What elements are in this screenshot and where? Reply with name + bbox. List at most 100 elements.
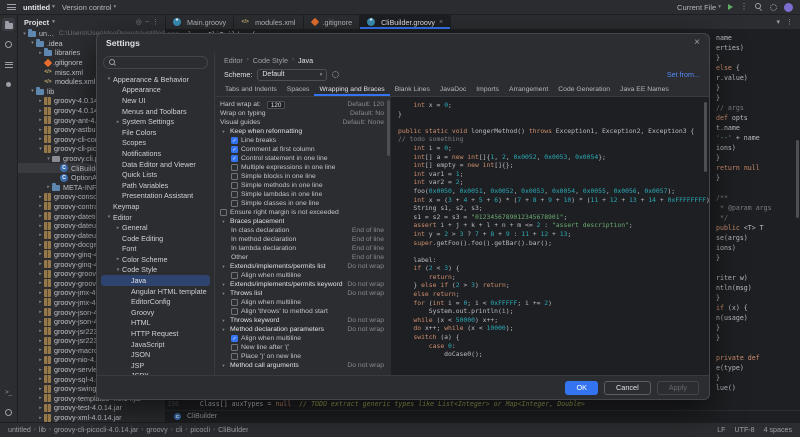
settings-tree-item[interactable]: Groovy [101, 307, 210, 318]
checkbox[interactable] [231, 344, 238, 351]
project-tree-item[interactable]: ▸groovy-test-4.0.14.jar [18, 403, 165, 413]
chevron-down-icon[interactable]: ▾ [220, 327, 227, 333]
option-row[interactable]: ▾Extends/implements/permits keywordDo no… [215, 280, 391, 289]
chevron-down-icon[interactable]: ▾ [29, 40, 36, 46]
chevron-down-icon[interactable]: ▾ [29, 88, 36, 94]
option-row[interactable]: ▾Keep when reformatting [215, 127, 391, 136]
chevron-down-icon[interactable]: ▾ [21, 31, 28, 37]
editor-tab[interactable]: </>modules.xml [234, 15, 303, 29]
close-tab-icon[interactable]: × [439, 19, 443, 26]
option-value-dropdown[interactable]: Do not wrap [347, 263, 384, 270]
chevron-right-icon[interactable]: ▸ [37, 280, 44, 286]
option-row[interactable]: Simple methods in one line [215, 181, 391, 190]
settings-tree-item[interactable]: HTML [101, 318, 210, 329]
option-row[interactable]: OtherEnd of line [215, 253, 391, 262]
scheme-select[interactable]: Default ▾ [257, 69, 327, 81]
settings-search[interactable] [103, 56, 208, 69]
status-widget[interactable]: UTF-8 [734, 426, 754, 434]
chevron-right-icon[interactable]: ▸ [37, 232, 44, 238]
chevron-down-icon[interactable]: ▾ [37, 146, 44, 152]
settings-tree-item[interactable]: Notifications [101, 148, 210, 159]
chevron-right-icon[interactable]: ▸ [114, 119, 122, 125]
settings-tree-item[interactable]: Presentation Assistant [101, 191, 210, 202]
option-row[interactable]: Place ')' on new line [215, 352, 391, 361]
option-value-dropdown[interactable]: End of line [352, 227, 384, 234]
editor-tab[interactable]: *CliBuilder.groovy× [360, 15, 451, 29]
avatar[interactable] [784, 3, 793, 12]
checkbox[interactable]: ✓ [231, 137, 238, 144]
status-widget[interactable]: LF [717, 426, 725, 434]
chevron-right-icon[interactable]: ▸ [37, 367, 44, 373]
project-tool-icon[interactable] [2, 18, 15, 31]
search-icon[interactable] [755, 3, 763, 11]
chevron-right-icon[interactable]: ▸ [37, 136, 44, 142]
settings-icon[interactable] [770, 4, 777, 11]
chevron-down-icon[interactable]: ▾ [114, 267, 122, 273]
option-value-dropdown[interactable]: Do not wrap [347, 290, 384, 297]
checkbox[interactable] [231, 299, 238, 306]
chevron-down-icon[interactable]: ▾ [45, 156, 52, 162]
project-tree-item[interactable]: ▸groovy-xml-4.0.14.jar [18, 413, 165, 422]
settings-tree-item[interactable]: ▾Code Style [101, 265, 210, 276]
scrollbar-thumb[interactable] [796, 140, 799, 218]
problems-tool-icon[interactable] [2, 406, 15, 419]
checkbox[interactable]: ✓ [231, 155, 238, 162]
option-row[interactable]: ▾Method declaration parametersDo not wra… [215, 325, 391, 334]
option-value-dropdown[interactable]: End of line [352, 254, 384, 261]
settings-tree-item[interactable]: Java [101, 275, 210, 286]
chevron-right-icon[interactable]: ▸ [37, 338, 44, 344]
dialog-header[interactable]: Settings × [97, 34, 709, 52]
chevron-down-icon[interactable]: ▾ [105, 214, 113, 220]
select-opened-file-icon[interactable]: ◎ [136, 18, 142, 26]
editor-tab[interactable]: *Main.groovy [166, 15, 234, 29]
option-value-dropdown[interactable]: End of line [352, 236, 384, 243]
collapse-all-icon[interactable]: − [145, 19, 149, 26]
tab-arrangement[interactable]: Arrangement [504, 83, 553, 96]
settings-tree-item[interactable]: Path Variables [101, 180, 210, 191]
option-row[interactable]: ▾Throws keywordDo not wrap [215, 316, 391, 325]
checkbox[interactable] [220, 209, 227, 216]
breadcrumb-item[interactable]: Editor [224, 56, 243, 65]
project-panel-header[interactable]: Project ▾ ◎ − ⋮ [18, 15, 165, 29]
option-row[interactable]: ✓Align when multiline [215, 334, 391, 343]
option-row[interactable]: In lambda declarationEnd of line [215, 244, 391, 253]
commit-tool-icon[interactable] [2, 38, 15, 51]
option-row[interactable]: ▾Throws listDo not wrap [215, 289, 391, 298]
option-row[interactable]: Multiple expressions in one line [215, 163, 391, 172]
settings-tree-item[interactable]: ▾Appearance & Behavior [101, 74, 210, 85]
set-from-link[interactable]: Set from... [667, 70, 700, 79]
checkbox[interactable] [231, 191, 238, 198]
chevron-right-icon[interactable]: ▸ [37, 328, 44, 334]
option-row[interactable]: Align when multiline [215, 298, 391, 307]
nav-bar-item[interactable]: groovy [146, 426, 167, 434]
breadcrumb-item[interactable]: Java [298, 56, 313, 65]
settings-tree-item[interactable]: EditorConfig [101, 296, 210, 307]
settings-tree-item[interactable]: Data Editor and Viewer [101, 159, 210, 170]
option-row[interactable]: In method declarationEnd of line [215, 235, 391, 244]
chevron-right-icon[interactable]: ▸ [37, 299, 44, 305]
settings-tree-item[interactable]: Angular HTML template [101, 286, 210, 297]
option-row[interactable]: ✓Comment at first column [215, 145, 391, 154]
option-row[interactable]: ▾Extends/implements/permits listDo not w… [215, 262, 391, 271]
chevron-right-icon[interactable]: ▸ [37, 376, 44, 382]
checkbox[interactable] [231, 173, 238, 180]
tab-wrapping-and-braces[interactable]: Wrapping and Braces [314, 83, 389, 96]
option-row[interactable]: Align when multiline [215, 271, 391, 280]
option-row[interactable]: New line after '(' [215, 343, 391, 352]
checkbox[interactable] [231, 182, 238, 189]
chevron-right-icon[interactable]: ▸ [37, 386, 44, 392]
run-config-widget[interactable]: Current File ▾ [677, 3, 721, 12]
chevron-right-icon[interactable]: ▸ [37, 309, 44, 315]
chevron-right-icon[interactable]: ▸ [37, 50, 44, 56]
more-icon[interactable]: ⋮ [786, 18, 793, 26]
chevron-right-icon[interactable]: ▸ [114, 225, 122, 231]
checkbox[interactable] [231, 308, 238, 315]
tab-imports[interactable]: Imports [471, 83, 504, 96]
settings-tree-item[interactable]: ▸System Settings [101, 116, 210, 127]
nav-bar-item[interactable]: cli [176, 426, 183, 434]
checkbox[interactable] [231, 200, 238, 207]
checkbox[interactable] [231, 272, 238, 279]
settings-tree-item[interactable]: Appearance [101, 85, 210, 96]
option-row[interactable]: ✓Control statement in one line [215, 154, 391, 163]
preview-scrollbar[interactable] [704, 102, 707, 172]
